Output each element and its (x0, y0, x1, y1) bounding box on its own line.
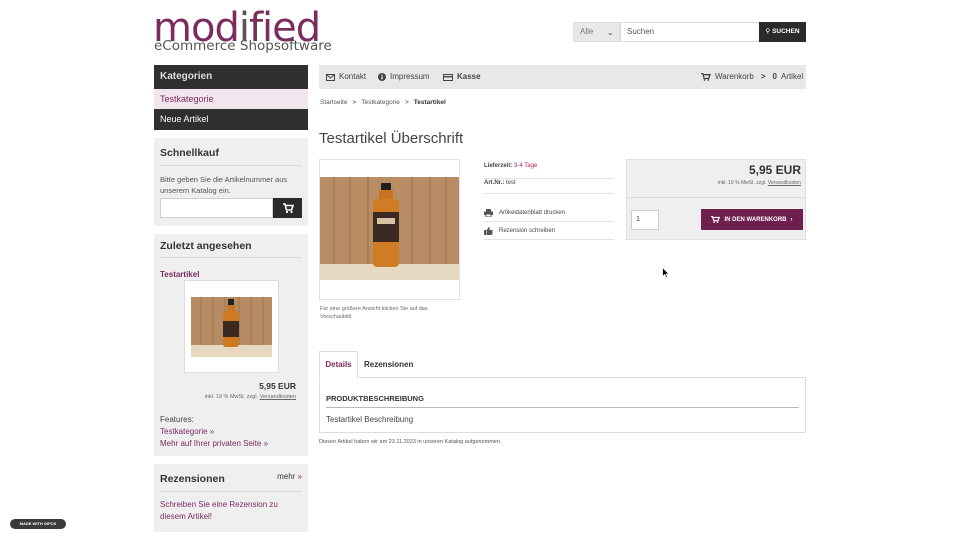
product-price: 5,95 EUR (748, 163, 801, 177)
delivery-time-label: Lieferzeit: (484, 163, 513, 169)
features-private-page-link[interactable]: Mehr auf Ihrer privaten Seite » (160, 439, 268, 448)
add-to-cart-arrow: › (790, 216, 793, 223)
breadcrumb-home[interactable]: Startseite (320, 99, 347, 106)
tab-reviews[interactable]: Rezensionen (364, 351, 413, 378)
cart-icon (283, 203, 295, 214)
info-icon (378, 73, 386, 81)
product-image[interactable] (319, 159, 460, 300)
buy-box: 5,95 EUR inkl. 19 % MwSt. zzgl. Versandk… (626, 159, 806, 240)
recently-viewed-box: Zuletzt angesehen Testartikel 5,95 EUR i… (154, 234, 308, 456)
checkout-link[interactable]: Kasse (443, 65, 481, 89)
categories-title: Kategorien (154, 65, 308, 89)
sku-row: Art.Nr.: test (484, 180, 614, 194)
write-review-action[interactable]: Rezension schreiben (484, 223, 614, 240)
sku-value: test (506, 180, 516, 186)
contact-label: Kontakt (339, 72, 367, 81)
quickbuy-text: Bitte geben Sie die Artikelnummer aus un… (160, 175, 288, 195)
recently-viewed-tax-note: inkl. 19 % MwSt. zzgl. Versandkosten (205, 394, 296, 400)
sku-label: Art.Nr.: (484, 180, 505, 186)
tab-details[interactable]: Details (319, 351, 358, 379)
top-navigation-bar: Kontakt Impressum Kasse Warenkorb > 0 Ar… (319, 65, 806, 89)
gifox-badge: MADE WITH GIFOX (10, 519, 66, 529)
print-datasheet-label: Artikeldatenblatt drucken (499, 210, 566, 216)
product-description-title: PRODUKTBESCHREIBUNG (326, 394, 424, 403)
breadcrumb-separator: > (404, 99, 409, 106)
imprint-link[interactable]: Impressum (378, 65, 430, 89)
price-tax-note: inkl. 19 % MwSt. zzgl. Versandkosten (718, 180, 801, 186)
reviews-title: Rezensionen (160, 473, 225, 485)
print-icon (484, 209, 493, 217)
quantity-input[interactable]: 1 (631, 210, 659, 230)
reviews-more-link[interactable]: mehr » (277, 472, 302, 481)
recently-viewed-product-link[interactable]: Testartikel (160, 270, 199, 279)
write-review-link[interactable]: Schreiben Sie eine Rezension zu diesem A… (160, 499, 300, 523)
envelope-icon (326, 73, 335, 81)
search-input[interactable]: Suchen (620, 22, 760, 42)
quickbuy-cart-button[interactable] (273, 198, 302, 218)
write-review-label: Rezension schreiben (499, 228, 556, 234)
cart-icon (711, 216, 721, 223)
credit-card-icon (443, 73, 453, 81)
divider (160, 165, 302, 166)
quickbuy-box: Schnellkauf Bitte geben Sie die Artikeln… (154, 138, 308, 226)
breadcrumb-category[interactable]: Testkategorie (361, 99, 400, 106)
breadcrumb-current: Testartikel (413, 99, 446, 106)
checkout-label: Kasse (457, 72, 481, 81)
divider (326, 407, 799, 408)
cart-items-label: Artikel (780, 72, 804, 81)
reviews-box: Rezensionen mehr » Schreiben Sie eine Re… (154, 464, 308, 532)
category-item-neue-artikel[interactable]: Neue Artikel (154, 109, 308, 130)
shipping-costs-link[interactable]: Versandkosten (768, 180, 801, 186)
cart-link[interactable]: Warenkorb > 0 Artikel (701, 65, 803, 89)
search-category-value: Alle (580, 27, 594, 36)
tax-note-text: inkl. 19 % MwSt. zzgl. (204, 394, 259, 400)
search-icon: ⚲ (765, 28, 771, 35)
mouse-cursor-icon (662, 267, 670, 279)
reviews-more-arrow: » (297, 472, 302, 481)
sauce-bottle-image (320, 177, 459, 280)
cart-icon (701, 73, 711, 81)
print-datasheet-link[interactable]: Artikeldatenblatt drucken (484, 205, 614, 222)
delivery-time-value[interactable]: 3-4 Tage (514, 163, 537, 169)
search-button[interactable]: ⚲ SUCHEN (759, 22, 806, 42)
tax-note-text: inkl. 19 % MwSt. zzgl. (717, 180, 767, 186)
contact-link[interactable]: Kontakt (326, 65, 366, 89)
product-title: Testartikel Überschrift (319, 130, 464, 147)
quickbuy-input[interactable] (160, 198, 273, 218)
sauce-bottle-image (191, 297, 272, 357)
breadcrumb: Startseite > Testkategorie > Testartikel (320, 99, 446, 106)
added-date-note: Diesen Artikel haben wir am 23.11.2023 i… (319, 439, 502, 445)
divider (160, 491, 302, 492)
imprint-label: Impressum (390, 72, 430, 81)
divider (627, 197, 805, 198)
image-caption: Für eine größere Ansicht klicken Sie auf… (320, 306, 428, 320)
quickbuy-title: Schnellkauf (160, 147, 219, 159)
thumbs-up-icon (484, 227, 493, 235)
add-to-cart-button[interactable]: IN DEN WARENKORB › (701, 209, 803, 230)
cart-label: Warenkorb (715, 72, 754, 81)
reviews-more-label: mehr (277, 472, 296, 481)
tab-panel-details: PRODUKTBESCHREIBUNG Testartikel Beschrei… (319, 378, 806, 433)
logo-subtitle: eCommerce Shopsoftware (154, 38, 332, 54)
category-item-testkategorie[interactable]: Testkategorie (154, 89, 308, 109)
add-to-cart-label: IN DEN WARENKORB (724, 216, 787, 223)
search-category-select[interactable]: Alle ⌄ (573, 22, 620, 42)
recently-viewed-product-image[interactable] (184, 280, 279, 373)
breadcrumb-separator: > (352, 99, 357, 106)
search-button-label: SUCHEN (772, 28, 800, 35)
product-description-text: Testartikel Beschreibung (326, 415, 414, 424)
cart-count: 0 (772, 72, 777, 81)
shipping-costs-link[interactable]: Versandkosten (260, 394, 296, 400)
features-label: Features: (160, 415, 194, 424)
chevron-down-icon: ⌄ (606, 27, 614, 37)
delivery-time-row: Lieferzeit: 3-4 Tage (484, 163, 614, 179)
features-category-link[interactable]: Testkategorie » (160, 427, 214, 436)
recently-viewed-title: Zuletzt angesehen (160, 240, 252, 252)
cart-arrow: > (760, 72, 766, 81)
divider (160, 257, 302, 258)
recently-viewed-price: 5,95 EUR (259, 381, 296, 391)
